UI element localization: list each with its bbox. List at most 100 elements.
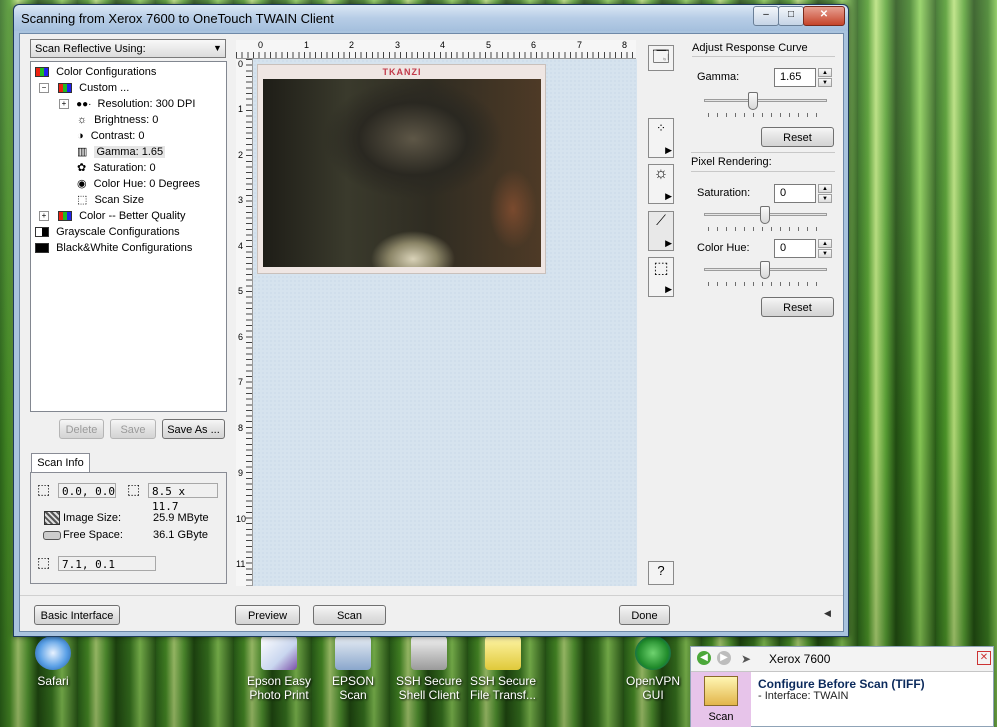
ruler-label: 5 [486, 40, 492, 50]
preferences-button[interactable]: 🗔 [648, 45, 674, 71]
desktop-icon-label: Epson Easy [246, 674, 312, 688]
close-button[interactable]: ✕ [803, 6, 845, 26]
brightness-tool-button[interactable]: ☼ ▶ [648, 164, 674, 204]
desktop-icon-label: File Transf... [469, 688, 537, 702]
save-button[interactable]: Save [110, 419, 156, 439]
maximize-button[interactable]: □ [778, 6, 804, 26]
scan-mode-dropdown[interactable]: Scan Reflective Using: ▼ [30, 39, 226, 58]
left-ruler: 0 1 2 3 4 5 6 7 8 9 10 11 [236, 59, 253, 586]
preview-button[interactable]: Preview [235, 605, 300, 625]
tree-item-brightness[interactable]: ☼ Brightness: 0 [77, 112, 158, 128]
color-swatch-icon [35, 67, 49, 78]
reset-curve-button[interactable]: Reset [761, 127, 834, 147]
close-icon[interactable]: ✕ [977, 651, 991, 665]
back-arrow-icon[interactable]: ◀ [697, 651, 711, 665]
cursor-position-icon: ⬚ [37, 554, 51, 570]
preferences-icon: 🗔 [652, 49, 670, 66]
scan-tile[interactable]: Scan [691, 672, 751, 727]
scan-button[interactable]: Scan [313, 605, 386, 625]
gamma-tool-button[interactable]: ⟋ ▶ [648, 211, 674, 251]
desktop-icon-label: OpenVPN [625, 674, 681, 688]
tree-item-label: Brightness: 0 [94, 114, 159, 126]
tree-item-color-better-quality[interactable]: + Color -- Better Quality [39, 208, 186, 224]
collapse-panel-icon[interactable]: ◀ [824, 608, 831, 619]
gamma-input[interactable]: 1.65 [774, 68, 816, 87]
collapse-icon[interactable]: − [39, 83, 49, 94]
desktop-icon-ssh-shell[interactable]: SSH Secure Shell Client [394, 636, 464, 702]
gamma-slider-track[interactable] [704, 99, 827, 102]
gamma-down-button[interactable]: ▼ [818, 78, 832, 87]
saturation-up-button[interactable]: ▲ [818, 184, 832, 193]
expand-icon[interactable]: + [59, 99, 69, 110]
preview-photo-frame[interactable]: TKANZI [257, 64, 546, 274]
notification-detail: - Interface: TWAIN [758, 690, 849, 702]
saturation-down-button[interactable]: ▼ [818, 194, 832, 203]
title-bar: Scanning from Xerox 7600 to OneTouch TWA… [14, 5, 848, 31]
tree-item-contrast[interactable]: ◑ Contrast: 0 [77, 128, 145, 144]
hard-drive-icon [43, 531, 61, 540]
ruler-label: 7 [238, 377, 244, 387]
minimize-button[interactable]: ‒ [753, 6, 779, 26]
tree-item-gamma[interactable]: ▥ Gamma: 1.65 [77, 144, 166, 160]
color-hue-up-button[interactable]: ▲ [818, 239, 832, 248]
window-title: Scanning from Xerox 7600 to OneTouch TWA… [21, 11, 334, 26]
ruler-label: 7 [577, 40, 583, 50]
saturation-slider-thumb[interactable] [760, 206, 770, 224]
desktop-icon-epson-easy-photo-print[interactable]: Epson Easy Photo Print [244, 636, 314, 702]
tree-item-resolution[interactable]: + ●●· Resolution: 300 DPI [59, 96, 195, 112]
image-size-icon [44, 511, 60, 525]
help-button[interactable]: ? [648, 561, 674, 585]
scan-window: Scanning from Xerox 7600 to OneTouch TWA… [13, 4, 849, 637]
color-hue-slider-thumb[interactable] [760, 261, 770, 279]
saturation-input[interactable]: 0 [774, 184, 816, 203]
preview-canvas[interactable]: TKANZI [253, 59, 637, 586]
tree-item-bw-configurations[interactable]: Black&White Configurations [35, 240, 192, 256]
ruler-label: 1 [238, 104, 244, 114]
desktop-icon-label: SSH Secure [395, 674, 463, 688]
reset-rendering-button[interactable]: Reset [761, 297, 834, 317]
scan-size-tool-button[interactable]: ⬚ ▶ [648, 257, 674, 297]
ruler-label: 0 [258, 40, 264, 50]
scanner-icon [335, 636, 371, 670]
grayscale-swatch-icon [35, 227, 49, 238]
tree-item-color-configurations[interactable]: Color Configurations [35, 64, 156, 80]
ruler-label: 2 [238, 150, 244, 160]
expand-arrow-icon: ▶ [665, 284, 672, 294]
color-hue-down-button[interactable]: ▼ [818, 249, 832, 258]
photo-print-icon [261, 636, 297, 670]
preview-caption: TKANZI [382, 67, 422, 77]
divider [691, 152, 835, 153]
desktop-icon-ssh-file-transfer[interactable]: SSH Secure File Transf... [468, 636, 538, 702]
tab-scan-info[interactable]: Scan Info [31, 453, 90, 473]
expand-arrow-icon: ▶ [665, 145, 672, 155]
tree-item-color-hue[interactable]: ◉ Color Hue: 0 Degrees [77, 176, 200, 192]
size-icon: ⬚ [127, 481, 141, 497]
save-as-button[interactable]: Save As ... [162, 419, 225, 439]
free-space-value: 36.1 GByte [153, 529, 209, 541]
desktop-icon-openvpn[interactable]: OpenVPN GUI [618, 636, 688, 702]
tree-item-label: Grayscale Configurations [56, 226, 180, 238]
tree-item-custom[interactable]: − Custom ... [39, 80, 129, 96]
tree-item-saturation[interactable]: ✿ Saturation: 0 [77, 160, 156, 176]
basic-interface-button[interactable]: Basic Interface [34, 605, 120, 625]
desktop-icon-epson-scan[interactable]: EPSON Scan [318, 636, 388, 702]
forward-arrow-icon[interactable]: ▶ [717, 651, 731, 665]
tree-item-label: Color Configurations [56, 66, 157, 78]
desktop-icon-safari[interactable]: Safari [18, 636, 88, 688]
ruler-label: 6 [238, 332, 244, 342]
done-button[interactable]: Done [619, 605, 670, 625]
gamma-up-button[interactable]: ▲ [818, 68, 832, 77]
gamma-slider-thumb[interactable] [748, 92, 758, 110]
tree-item-label: Scan Size [94, 194, 144, 206]
expand-arrow-icon: ▶ [665, 191, 672, 201]
tree-item-grayscale-configurations[interactable]: Grayscale Configurations [35, 224, 180, 240]
color-hue-input[interactable]: 0 [774, 239, 816, 258]
color-hue-label: Color Hue: [697, 242, 750, 254]
expand-icon[interactable]: + [39, 211, 49, 222]
resolution-tool-button[interactable]: ⁘ ▶ [648, 118, 674, 158]
tree-item-scan-size[interactable]: ⬚ Scan Size [77, 192, 144, 208]
delete-button[interactable]: Delete [59, 419, 104, 439]
ruler-label: 5 [238, 286, 244, 296]
tree-item-label: Saturation: 0 [93, 162, 156, 174]
color-swatch-icon [58, 83, 73, 94]
